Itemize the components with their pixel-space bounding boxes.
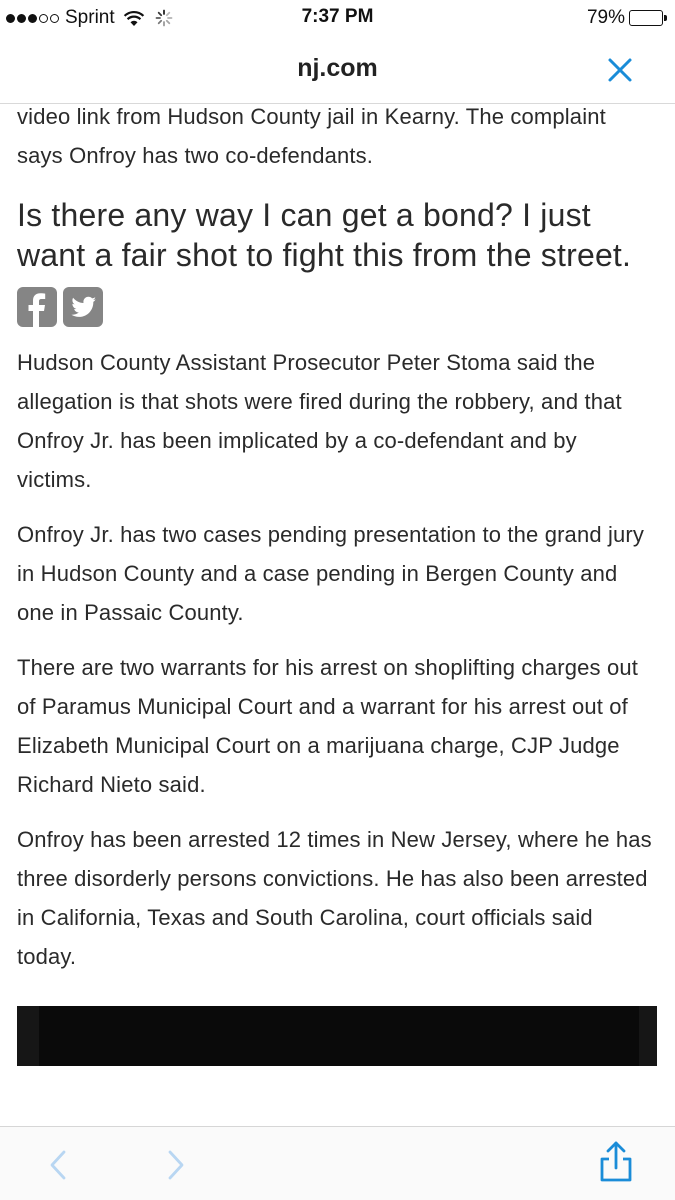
forward-icon [168, 1150, 184, 1180]
address-bar: nj.com [0, 36, 675, 104]
status-right: 79% [587, 6, 667, 30]
article-paragraph: Onfroy has been arrested 12 times in New… [17, 827, 652, 969]
share-icon [600, 1141, 632, 1182]
twitter-share-button[interactable] [63, 287, 103, 327]
back-button[interactable] [40, 1145, 76, 1185]
clock: 7:37 PM [301, 6, 374, 27]
share-buttons [17, 287, 657, 331]
browser-screen: Sprint 7:37 PM 79% nj.com video link fro… [0, 0, 675, 1200]
share-button[interactable] [598, 1141, 634, 1182]
status-bar: Sprint 7:37 PM 79% [0, 0, 675, 36]
article-body: video link from Hudson County jail in Ke… [17, 104, 657, 1126]
site-domain[interactable]: nj.com [0, 54, 675, 83]
article-paragraph: There are two warrants for his arrest on… [17, 655, 639, 797]
embedded-media[interactable] [17, 1006, 657, 1066]
close-icon [608, 58, 632, 82]
back-icon [50, 1150, 66, 1180]
article-paragraph: Onfroy Jr. has two cases pending present… [17, 522, 645, 625]
battery-icon [629, 10, 667, 26]
article-paragraph: video link from Hudson County jail in Ke… [17, 104, 606, 168]
close-button[interactable] [605, 55, 635, 85]
pull-quote: Is there any way I can get a bond? I jus… [17, 197, 632, 273]
browser-toolbar [0, 1126, 675, 1200]
forward-button[interactable] [158, 1145, 194, 1185]
facebook-share-button[interactable] [17, 287, 57, 327]
twitter-icon [71, 296, 96, 317]
article-paragraph: Hudson County Assistant Prosecutor Peter… [17, 350, 622, 492]
facebook-icon [28, 293, 46, 327]
battery-percent: 79% [586, 7, 625, 28]
